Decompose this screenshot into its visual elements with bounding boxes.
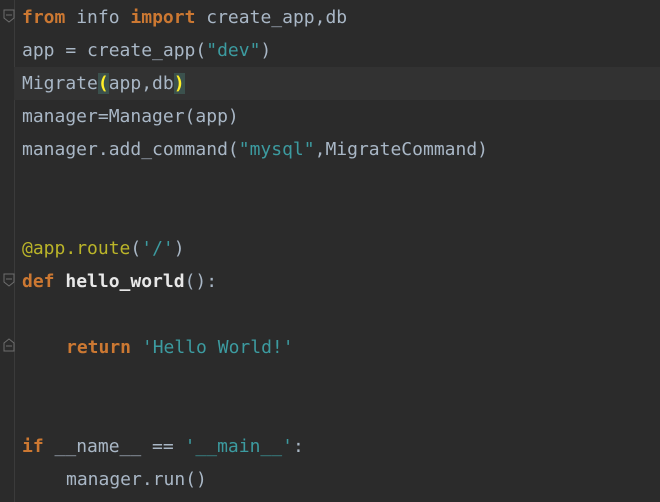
fold-marker-icon[interactable] [3,9,15,23]
code-line-2: app = create_app("dev") [22,40,272,61]
keyword-return: return [66,337,132,358]
code-line-5: manager.add_command("mysql",MigrateComma… [22,139,488,160]
editor-gutter [0,0,15,502]
string-literal: 'Hello World!' [141,337,294,358]
code-line-7: def hello_world(): [22,271,218,292]
code-line-1: from info import create_app,db [22,7,348,28]
string-literal: "mysql" [238,139,315,160]
code-line-4: manager=Manager(app) [22,106,239,127]
code-line-9: if __name__ == '__main__': [22,436,304,457]
keyword-if: if [22,436,44,457]
code-editor[interactable]: from info import create_app,db app = cre… [14,0,660,502]
string-literal: '__main__' [184,436,293,457]
code-line-10: manager.run() [66,469,207,490]
code-line-3-current: Migrate(app,db) [14,67,660,100]
decorator-name: app.route [32,238,131,259]
code-line-8: return 'Hello World!' [66,331,660,364]
string-literal: '/' [141,238,174,259]
fold-end-icon[interactable] [3,338,15,352]
fold-marker-icon[interactable] [3,273,15,287]
matched-paren: ) [173,73,185,94]
code-line-6: @app.route('/') [22,238,185,259]
function-name: hello_world [65,271,185,292]
string-literal: "dev" [206,40,261,61]
keyword-def: def [22,271,55,292]
keyword-from: from [22,7,66,28]
matched-paren: ( [97,73,109,94]
keyword-import: import [130,7,196,28]
